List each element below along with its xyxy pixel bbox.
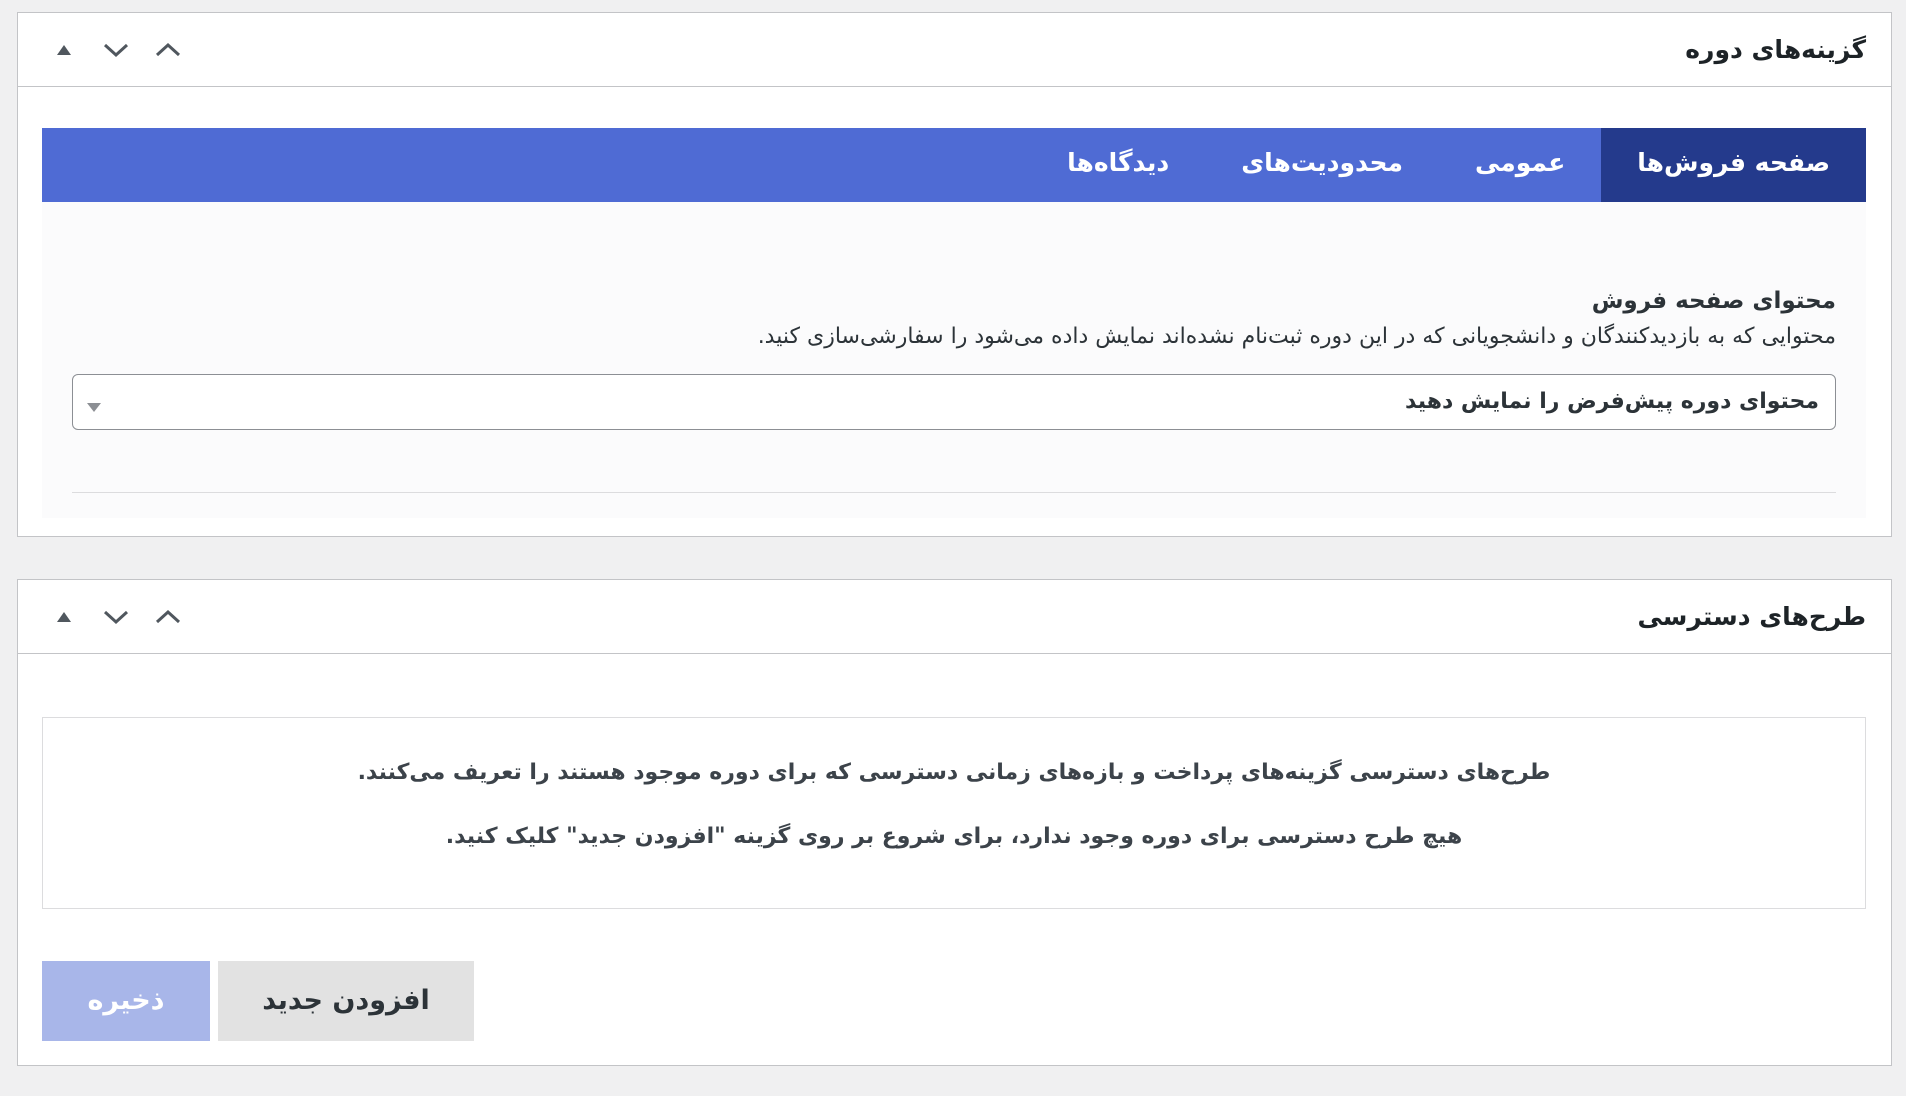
chevron-up-icon[interactable]	[142, 591, 194, 643]
divider	[72, 492, 1836, 493]
chevron-up-icon[interactable]	[142, 24, 194, 76]
tab-comments[interactable]: دیدگاه‌ها	[1031, 128, 1205, 202]
access-plans-panel: طرح‌های دسترسی طرح‌های دسترسی گزینه‌های …	[17, 579, 1892, 1066]
panel-controls	[38, 580, 194, 654]
move-up-triangle-icon[interactable]	[38, 591, 90, 643]
panel-title: طرح‌های دسترسی	[1637, 602, 1866, 631]
chevron-down-icon[interactable]	[90, 24, 142, 76]
tab-general[interactable]: عمومی	[1439, 128, 1601, 202]
access-plans-description: طرح‌های دسترسی گزینه‌های پرداخت و بازه‌ه…	[357, 760, 1551, 785]
chevron-down-icon[interactable]	[90, 591, 142, 643]
sales-page-content-label: محتوای صفحه فروش	[1591, 288, 1836, 314]
save-button[interactable]: ذخیره	[42, 961, 210, 1041]
sales-page-content-select[interactable]: محتوای دوره پیش‌فرض را نمایش دهید	[72, 374, 1836, 430]
move-up-triangle-icon[interactable]	[38, 24, 90, 76]
select-value: محتوای دوره پیش‌فرض را نمایش دهید	[1405, 389, 1819, 414]
access-plans-empty-message: هیچ طرح دسترسی برای دوره وجود ندارد، برا…	[445, 824, 1463, 849]
panel-header: طرح‌های دسترسی	[18, 580, 1891, 654]
add-new-button[interactable]: افزودن جدید	[218, 961, 474, 1041]
triangle-down-icon	[87, 397, 101, 416]
tab-bar: صفحه فروش‌ها عمومی محدودیت‌های دیدگاه‌ها	[42, 128, 1866, 202]
sales-page-content-description: محتوایی که به بازدیدکنندگان و دانشجویانی…	[757, 324, 1836, 349]
panel-controls	[38, 13, 194, 87]
tab-restrictions[interactable]: محدودیت‌های	[1205, 128, 1439, 202]
sales-page-tab-content: محتوای صفحه فروش محتوایی که به بازدیدکنن…	[42, 202, 1866, 518]
course-options-panel: گزینه‌های دوره صفحه فروش‌ها عمومی محدودی…	[17, 12, 1892, 537]
panel-header: گزینه‌های دوره	[18, 13, 1891, 87]
access-plans-empty-state: طرح‌های دسترسی گزینه‌های پرداخت و بازه‌ه…	[42, 717, 1866, 909]
tab-sales-pages[interactable]: صفحه فروش‌ها	[1601, 128, 1866, 202]
panel-title: گزینه‌های دوره	[1685, 35, 1866, 64]
